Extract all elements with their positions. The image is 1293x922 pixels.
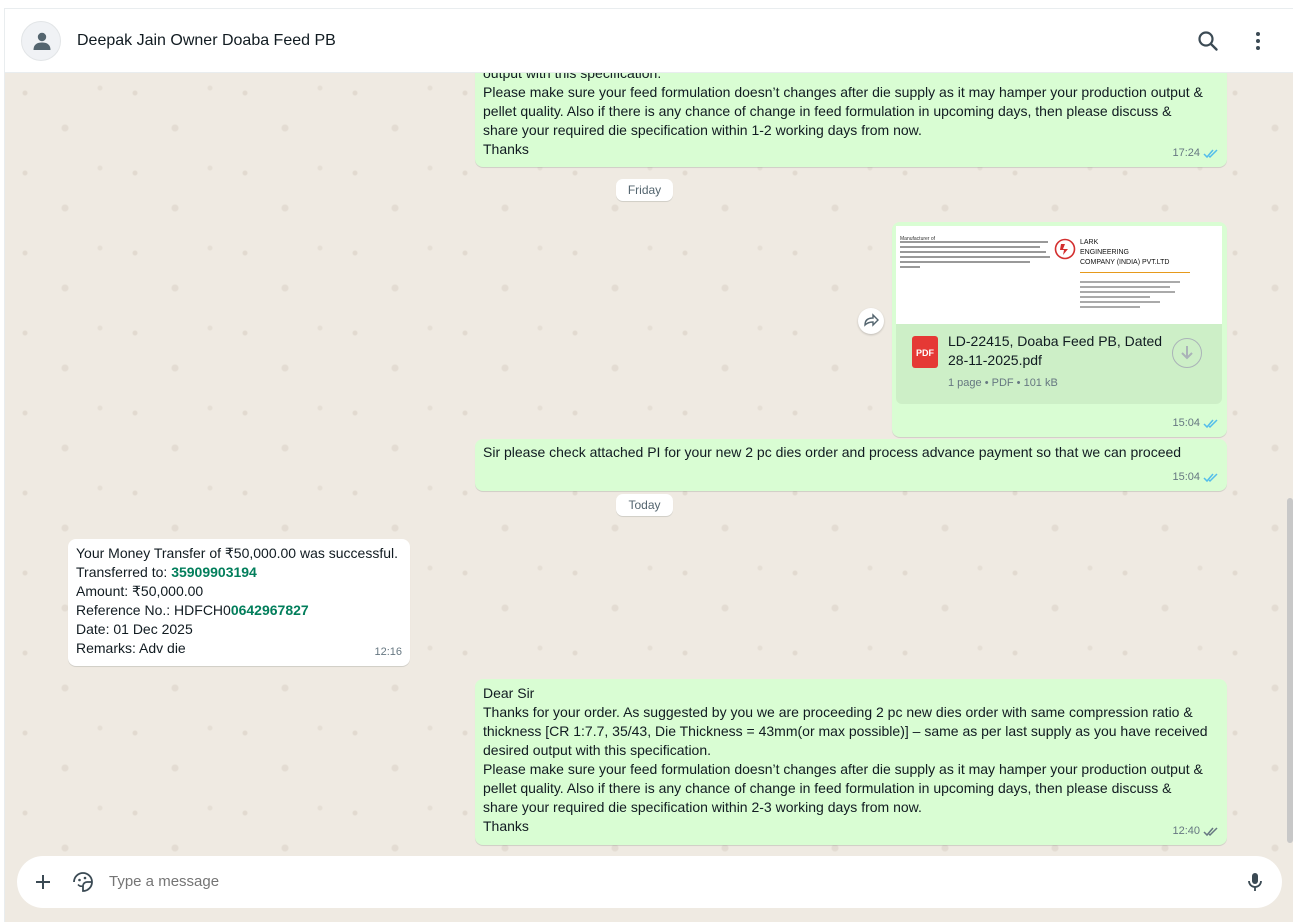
message-line: Date: 01 Dec 2025: [76, 621, 193, 637]
message-line: Please make sure your feed formulation d…: [483, 84, 1203, 100]
forward-icon: [864, 313, 879, 327]
company-name: LARK ENGINEERING COMPANY (INDIA) PVT.LTD: [1080, 238, 1169, 268]
search-icon[interactable]: [1196, 29, 1220, 53]
company-name-line: ENGINEERING: [1080, 249, 1130, 256]
message-line: share your required die specification wi…: [483, 799, 922, 815]
message-text: Your Money Transfer of ₹50,000.00 was su…: [76, 544, 398, 658]
message-meta: 17:24: [1172, 144, 1219, 163]
read-double-check-icon: [1203, 473, 1218, 483]
message-list[interactable]: output with this specification. Please m…: [5, 73, 1293, 856]
pdf-file-icon: PDF: [912, 336, 938, 368]
reference-number-link[interactable]: 0642967827: [231, 602, 309, 618]
chat-scrollbar[interactable]: [1285, 73, 1293, 856]
message-line: Thanks: [483, 818, 529, 834]
message-meta: 15:04: [1172, 414, 1219, 433]
date-divider: Today: [616, 494, 673, 516]
message-line: Dear Sir: [483, 685, 535, 701]
thumbnail-text-lines: [900, 238, 1050, 271]
message-line: desired output with this specification.: [483, 742, 712, 758]
menu-dots-icon[interactable]: [1246, 29, 1270, 53]
message-time: 12:16: [374, 646, 402, 658]
message-meta: 12:16: [374, 643, 402, 662]
company-logo-icon: [1054, 238, 1076, 260]
outgoing-message[interactable]: Sir please check attached PI for your ne…: [475, 439, 1227, 491]
account-number-link[interactable]: 35909903194: [171, 564, 257, 580]
message-input[interactable]: [109, 873, 1209, 890]
delivered-double-check-icon: [1203, 827, 1218, 837]
chat-window: Deepak Jain Owner Doaba Feed PB output w…: [4, 8, 1293, 922]
transfer-label: Transferred to:: [76, 564, 172, 580]
download-button[interactable]: [1172, 338, 1202, 368]
message-text: Sir please check attached PI for your ne…: [483, 444, 1182, 460]
message-line: thickness [CR 1:7.7, 35/43, Die Thicknes…: [483, 723, 1208, 739]
message-line: Please make sure your feed formulation d…: [483, 761, 1203, 777]
message-line: pellet quality. Also if there is any cha…: [483, 780, 1172, 796]
message-meta: 15:04: [1172, 468, 1219, 487]
message-line: Remarks: Adv die: [76, 640, 186, 656]
download-arrow-icon: [1181, 346, 1193, 360]
forward-button[interactable]: [858, 308, 884, 334]
document-file-card[interactable]: PDF LD-22415, Doaba Feed PB, Dated 28-11…: [896, 324, 1222, 404]
message-time: 12:40: [1172, 825, 1200, 837]
message-time: 17:24: [1172, 147, 1200, 159]
thumbnail-rule: [1080, 272, 1190, 273]
contact-avatar[interactable]: [21, 21, 61, 61]
microphone-icon[interactable]: [1243, 870, 1267, 894]
message-composer: [5, 856, 1293, 922]
contact-name[interactable]: Deepak Jain Owner Doaba Feed PB: [77, 32, 336, 50]
document-message[interactable]: Manufacturer of LARK ENGINEERING COMPANY…: [892, 222, 1227, 437]
plus-icon[interactable]: [31, 870, 55, 894]
message-line: Thanks for your order. As suggested by y…: [483, 704, 1193, 720]
message-line: Amount: ₹50,000.00: [76, 583, 204, 599]
message-meta: 12:40: [1172, 822, 1219, 841]
default-avatar-icon: [33, 32, 51, 50]
message-line: Reference No.: HDFCH00642967827: [76, 601, 398, 620]
read-double-check-icon: [1203, 419, 1218, 429]
document-thumbnail[interactable]: Manufacturer of LARK ENGINEERING COMPANY…: [896, 226, 1222, 326]
sticker-icon[interactable]: [71, 870, 95, 894]
document-info: 1 page • PDF • 101 kB: [948, 377, 1058, 389]
message-line: output with this specification.: [483, 73, 662, 81]
thumbnail-address-lines: [1080, 278, 1190, 311]
company-name-line: LARK: [1080, 239, 1099, 246]
message-line: Your Money Transfer of ₹50,000.00 was su…: [76, 545, 399, 561]
message-text: output with this specification. Please m…: [483, 73, 1203, 159]
outgoing-message[interactable]: Dear Sir Thanks for your order. As sugge…: [475, 679, 1227, 845]
company-name-line: COMPANY (INDIA) PVT.LTD: [1080, 259, 1170, 266]
reference-label: Reference No.: HDFCH0: [76, 602, 231, 618]
message-time: 15:04: [1172, 417, 1200, 429]
message-line: Thanks: [483, 141, 529, 157]
message-time: 15:04: [1172, 471, 1200, 483]
message-line: share your required die specification wi…: [483, 122, 922, 138]
compose-bar: [17, 856, 1282, 908]
date-divider: Friday: [616, 179, 673, 201]
read-double-check-icon: [1203, 149, 1218, 159]
message-line: Transferred to: 35909903194: [76, 563, 398, 582]
message-text: Dear Sir Thanks for your order. As sugge…: [483, 684, 1208, 836]
outgoing-message[interactable]: output with this specification. Please m…: [475, 73, 1227, 167]
filename-line: LD-22415, Doaba Feed PB, Dated: [948, 333, 1163, 349]
document-filename: LD-22415, Doaba Feed PB, Dated 28-11-202…: [948, 332, 1168, 370]
chat-header: Deepak Jain Owner Doaba Feed PB: [5, 9, 1293, 73]
incoming-message[interactable]: Your Money Transfer of ₹50,000.00 was su…: [68, 539, 410, 666]
filename-line: 28-11-2025.pdf: [948, 352, 1042, 368]
message-line: pellet quality. Also if there is any cha…: [483, 103, 1172, 119]
scrollbar-thumb[interactable]: [1287, 498, 1293, 843]
